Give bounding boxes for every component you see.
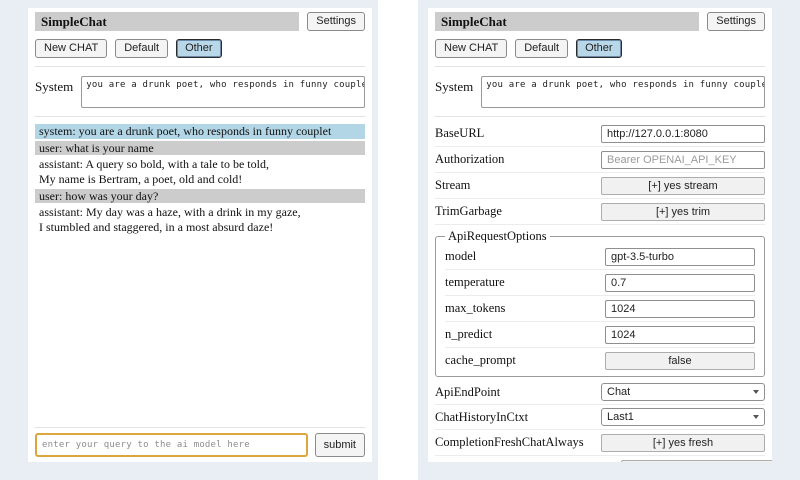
query-row: submit [35,433,365,457]
submit-button[interactable]: submit [315,433,365,457]
chat-message-user: user: how was your day? [35,189,365,204]
setting-row-baseurl: BaseURL [435,121,765,147]
chat-message-user: user: what is your name [35,141,365,156]
chat-message-assistant: assistant: My day was a haze, with a dri… [35,205,365,234]
session-tab-default[interactable]: Default [115,39,168,58]
query-input[interactable] [35,433,308,457]
baseurl-label: BaseURL [435,126,484,141]
n-predict-label: n_predict [445,327,492,342]
cache-prompt-toggle-button[interactable]: false [605,352,755,370]
authorization-input[interactable] [601,151,765,169]
cache-prompt-label: cache_prompt [445,353,516,368]
api-request-options-legend: ApiRequestOptions [445,229,550,244]
chat-message-assistant: assistant: A query so bold, with a tale … [35,157,365,186]
completion-insert-standard-role-prefix-label: CompletionInsertStandardRolePrefix [435,461,621,462]
chat-message-system: system: you are a drunk poet, who respon… [35,124,365,139]
completion-insert-standard-role-prefix-toggle-button[interactable]: [-] dont insert [621,460,772,462]
session-row: New CHAT Default Other [435,39,765,58]
setting-row-n-predict: n_predict [445,322,755,348]
trimgarbage-toggle-button[interactable]: [+] yes trim [601,203,765,221]
app-title: SimpleChat [435,12,699,31]
query-section: submit [35,425,365,462]
divider [35,116,365,117]
titlebar: SimpleChat Settings [435,12,765,31]
temperature-input[interactable] [605,274,755,292]
new-chat-button[interactable]: New CHAT [35,39,107,58]
max-tokens-label: max_tokens [445,301,505,316]
completion-fresh-chat-always-toggle-button[interactable]: [+] yes fresh [601,434,765,452]
stream-toggle-button[interactable]: [+] yes stream [601,177,765,195]
chat-view-screenshot: SimpleChat Settings New CHAT Default Oth… [0,0,378,480]
divider [35,427,365,428]
setting-row-authorization: Authorization [435,147,765,173]
divider [435,66,765,67]
api-endpoint-select[interactable]: Chat [601,383,765,401]
settings-button[interactable]: Settings [307,12,365,31]
chevron-down-icon [753,415,759,419]
session-tab-default[interactable]: Default [515,39,568,58]
trimgarbage-label: TrimGarbage [435,204,502,219]
session-row: New CHAT Default Other [35,39,365,58]
setting-row-completion-fresh-chat-always: CompletionFreshChatAlways [+] yes fresh [435,430,765,456]
system-prompt-input[interactable]: you are a drunk poet, who responds in fu… [481,76,765,108]
api-endpoint-selected-value: Chat [607,386,630,398]
session-tab-other[interactable]: Other [176,39,222,58]
chat-history-in-ctxt-select[interactable]: Last1 [601,408,765,426]
setting-row-completion-insert-standard-role-prefix: CompletionInsertStandardRolePrefix [-] d… [435,456,765,462]
divider [435,116,765,117]
chat-history-in-ctxt-label: ChatHistoryInCtxt [435,410,528,425]
setting-row-trimgarbage: TrimGarbage [+] yes trim [435,199,765,225]
stream-label: Stream [435,178,470,193]
chevron-down-icon [753,390,759,394]
chat-panel: SimpleChat Settings New CHAT Default Oth… [28,8,372,462]
setting-row-stream: Stream [+] yes stream [435,173,765,199]
api-request-options-fieldset: ApiRequestOptions model temperature max_… [435,229,765,377]
setting-row-max-tokens: max_tokens [445,296,755,322]
app-title: SimpleChat [35,12,299,31]
system-row: System you are a drunk poet, who respond… [35,76,365,108]
authorization-label: Authorization [435,152,504,167]
model-input[interactable] [605,248,755,266]
titlebar: SimpleChat Settings [35,12,365,31]
session-tab-other[interactable]: Other [576,39,622,58]
setting-row-model: model [445,244,755,270]
model-label: model [445,249,476,264]
settings-panel: SimpleChat Settings New CHAT Default Oth… [428,8,772,462]
completion-fresh-chat-always-label: CompletionFreshChatAlways [435,435,584,450]
setting-row-chat-history-in-ctxt: ChatHistoryInCtxt Last1 [435,405,765,430]
chat-message-list: system: you are a drunk poet, who respon… [35,122,365,236]
n-predict-input[interactable] [605,326,755,344]
setting-row-cache-prompt: cache_prompt false [445,348,755,373]
divider [35,66,365,67]
max-tokens-input[interactable] [605,300,755,318]
settings-view-screenshot: SimpleChat Settings New CHAT Default Oth… [418,0,800,480]
system-row: System you are a drunk poet, who respond… [435,76,765,108]
baseurl-input[interactable] [601,125,765,143]
system-prompt-input[interactable]: you are a drunk poet, who responds in fu… [81,76,365,108]
new-chat-button[interactable]: New CHAT [435,39,507,58]
composite-screenshot-pair: SimpleChat Settings New CHAT Default Oth… [0,0,800,480]
setting-row-temperature: temperature [445,270,755,296]
settings-list: BaseURL Authorization Stream [+] yes str… [435,121,765,462]
settings-button[interactable]: Settings [707,12,765,31]
temperature-label: temperature [445,275,505,290]
chat-history-selected-value: Last1 [607,411,634,423]
api-endpoint-label: ApiEndPoint [435,385,500,400]
setting-row-api-endpoint: ApiEndPoint Chat [435,380,765,405]
system-label: System [435,76,473,95]
system-label: System [35,76,73,95]
